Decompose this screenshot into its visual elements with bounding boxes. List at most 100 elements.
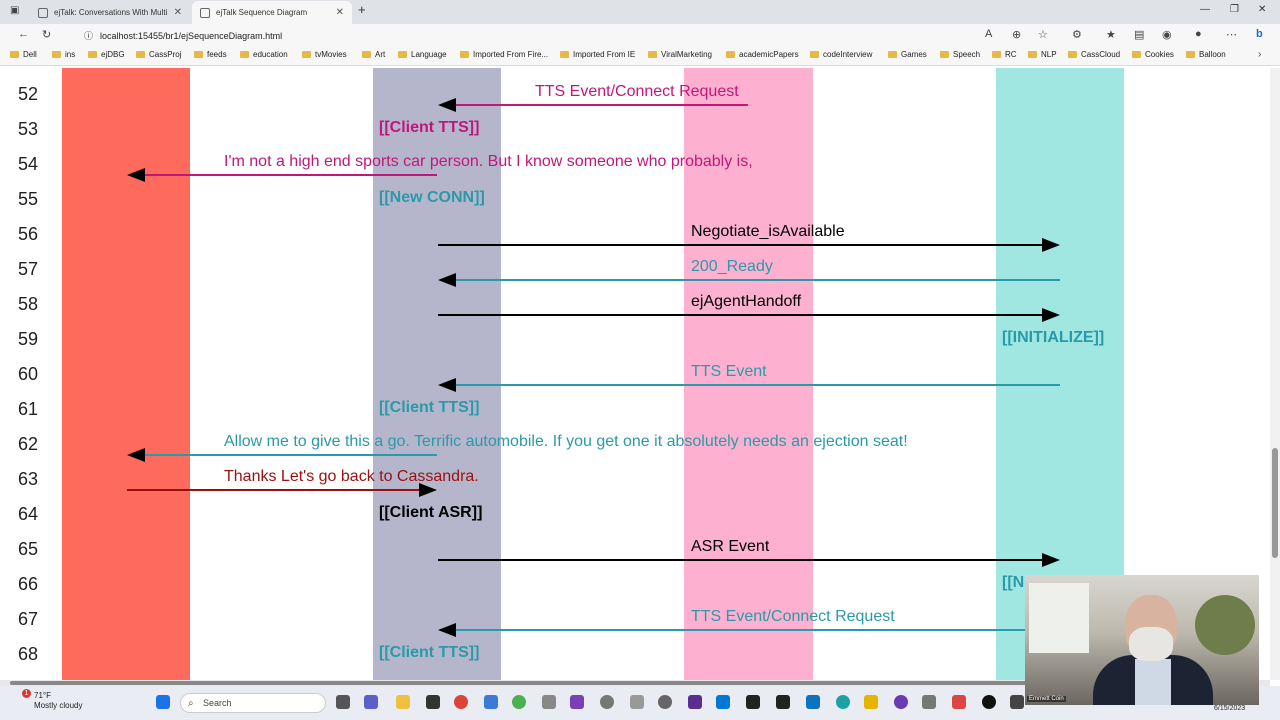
bookmark-feeds[interactable]: feeds: [194, 50, 227, 59]
bookmark-language[interactable]: Language: [398, 50, 447, 59]
bookmark-tvmovies[interactable]: tvMovies: [302, 50, 347, 59]
zoom-icon[interactable]: ⊕: [1012, 28, 1021, 41]
app-icon[interactable]: [630, 695, 644, 709]
bing-icon[interactable]: b: [1256, 28, 1263, 40]
scroll-thumb[interactable]: [1272, 448, 1278, 558]
info-icon: ⓘ: [84, 31, 94, 41]
app-icon[interactable]: [1010, 695, 1024, 709]
bookmark-casscloud[interactable]: CassCloud: [1068, 50, 1120, 59]
start-icon[interactable]: [156, 695, 170, 709]
close-window-button[interactable]: ✕: [1258, 4, 1266, 15]
more-icon[interactable]: ⋯: [1226, 28, 1237, 41]
teams-icon[interactable]: [364, 695, 378, 709]
bookmark-cassproj[interactable]: CassProj: [136, 50, 181, 59]
maximize-button[interactable]: ❐: [1230, 4, 1239, 15]
tab-strip: ▣ ejTalk: Conversations With Multi ✕ ejT…: [0, 0, 1280, 24]
folder-icon: [136, 51, 145, 58]
app-icon[interactable]: [600, 695, 614, 709]
bookmark-nlp[interactable]: NLP: [1028, 50, 1057, 59]
app-icon[interactable]: [806, 695, 820, 709]
tab-actions-icon[interactable]: ▣: [10, 5, 19, 16]
address-bar: ← ↻ ⓘ localhost:15455/br1/ejSequenceDiag…: [0, 24, 1280, 46]
app-icon[interactable]: [982, 695, 996, 709]
bookmark-education[interactable]: education: [240, 50, 288, 59]
new-tab-button[interactable]: +: [358, 2, 366, 17]
favorites-icon[interactable]: ★: [1106, 28, 1116, 41]
app-icon[interactable]: [864, 695, 878, 709]
read-aloud-icon[interactable]: A: [985, 28, 992, 40]
url-input[interactable]: ⓘ localhost:15455/br1/ejSequenceDiagram.…: [80, 27, 960, 44]
cam-person-shirt: [1135, 659, 1171, 705]
folder-icon: [1186, 51, 1195, 58]
app-icon[interactable]: [426, 695, 440, 709]
app-icon[interactable]: [922, 695, 936, 709]
row-number: 66: [17, 574, 39, 594]
bookmark-rc[interactable]: RC: [992, 50, 1017, 59]
row-number: 59: [17, 329, 39, 349]
state-tag: [[Client ASR]]: [379, 504, 483, 521]
edge-icon[interactable]: [836, 695, 850, 709]
terminal-icon[interactable]: [746, 695, 760, 709]
profile-icon[interactable]: ●: [1195, 28, 1202, 40]
app-icon[interactable]: [542, 695, 556, 709]
chevron-right-icon[interactable]: ›: [1258, 49, 1261, 60]
search-icon: ⌕: [188, 697, 194, 709]
arrow-head: [438, 623, 456, 637]
app-icon[interactable]: [952, 695, 966, 709]
bookmark-speech[interactable]: Speech: [940, 50, 980, 59]
bookmark-imported-firefox[interactable]: Imported From Fire...: [460, 50, 548, 59]
visual-studio-icon[interactable]: [570, 695, 584, 709]
row-number: 52: [17, 84, 39, 104]
bookmark-dell[interactable]: Dell: [10, 50, 37, 59]
favorite-star-icon[interactable]: ☆: [1038, 28, 1048, 41]
vscode-icon[interactable]: [716, 695, 730, 709]
cam-person-beard: [1129, 627, 1173, 661]
chrome-icon[interactable]: [454, 695, 468, 709]
row-number: 65: [17, 539, 39, 559]
terminal-icon[interactable]: [776, 695, 790, 709]
bookmark-imported-ie[interactable]: Imported From IE: [560, 50, 635, 59]
folder-icon: [888, 51, 897, 58]
bookmark-viralmarketing[interactable]: ViralMarketing: [648, 50, 712, 59]
app-icon[interactable]: [894, 695, 908, 709]
task-view-icon[interactable]: [336, 695, 350, 709]
webcam-video: Emmett Coin: [1025, 575, 1259, 705]
file-explorer-icon[interactable]: [396, 695, 410, 709]
close-icon[interactable]: ✕: [174, 7, 182, 18]
extension-icon[interactable]: ◉: [1162, 28, 1172, 41]
bookmark-cookies[interactable]: Cookies: [1132, 50, 1174, 59]
app-icon[interactable]: [512, 695, 526, 709]
bookmark-academicpapers[interactable]: academicPapers: [726, 50, 799, 59]
folder-icon: [1132, 51, 1141, 58]
tab-sequence-diagram[interactable]: ejTalk Sequence Diagram ✕: [192, 1, 352, 24]
back-icon[interactable]: ←: [18, 28, 29, 40]
app-icon[interactable]: [658, 695, 672, 709]
bookmark-ins[interactable]: ins: [52, 50, 75, 59]
vertical-scrollbar[interactable]: [1270, 68, 1280, 680]
bookmark-balloon[interactable]: Balloon: [1186, 50, 1226, 59]
minimize-button[interactable]: —: [1200, 4, 1210, 15]
bookmark-games[interactable]: Games: [888, 50, 927, 59]
folder-icon: [88, 51, 97, 58]
arrow-head: [127, 448, 145, 462]
app-icon[interactable]: [484, 695, 498, 709]
close-icon[interactable]: ✕: [336, 7, 344, 18]
extensions-icon[interactable]: ⚙: [1072, 28, 1082, 41]
folder-icon: [810, 51, 819, 58]
weather-widget[interactable]: 1 71°F Mostly cloudy: [12, 689, 82, 711]
collections-icon[interactable]: ▤: [1134, 28, 1144, 41]
bookmark-ejdbg[interactable]: ejDBG: [88, 50, 125, 59]
tab-ejtalk-conversations[interactable]: ejTalk: Conversations With Multi ✕: [30, 1, 190, 24]
message-label: ASR Event: [691, 538, 770, 555]
row-number: 62: [17, 434, 39, 454]
taskbar-search[interactable]: ⌕ Search: [180, 693, 326, 713]
refresh-icon[interactable]: ↻: [42, 28, 51, 41]
visual-studio-icon[interactable]: [688, 695, 702, 709]
message-label: Thanks Let's go back to Cassandra.: [224, 468, 479, 485]
arrow-head: [1042, 238, 1060, 252]
bookmark-art[interactable]: Art: [362, 50, 385, 59]
notification-badge: 1: [22, 689, 31, 698]
bookmark-codeinterview[interactable]: codeInterview: [810, 50, 872, 59]
folder-icon: [398, 51, 407, 58]
message-label: TTS Event/Connect Request: [691, 608, 895, 625]
